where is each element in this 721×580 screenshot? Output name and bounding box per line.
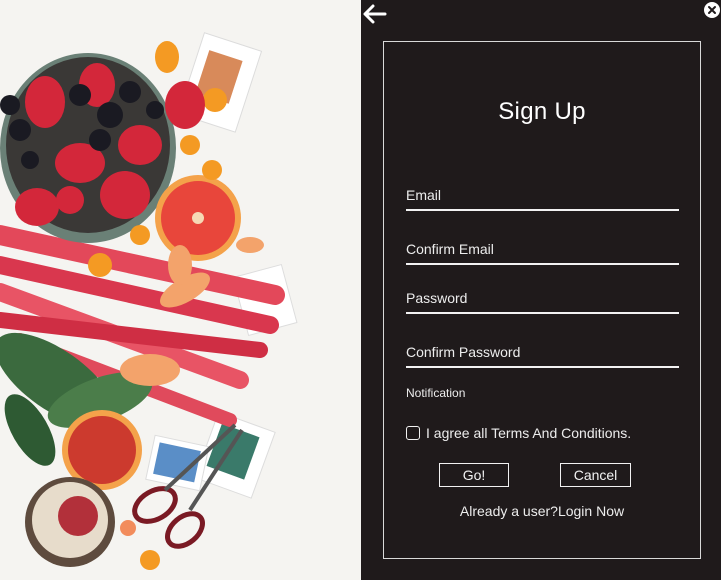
login-now-link[interactable]: Login Now	[558, 503, 624, 519]
food-photo-illustration	[0, 0, 361, 580]
cancel-button[interactable]: Cancel	[560, 463, 631, 487]
login-prompt: Already a user?	[459, 503, 558, 519]
email-field[interactable]	[406, 181, 679, 211]
food-photo	[0, 0, 361, 580]
password-field-wrapper	[406, 284, 679, 314]
confirm-password-field-wrapper	[406, 338, 679, 368]
terms-label: I agree all Terms And Conditions.	[426, 425, 632, 441]
confirm-email-field[interactable]	[406, 235, 679, 265]
signup-form: Sign Up Notification I agree all Terms A…	[383, 41, 701, 559]
login-prompt-row: Already a user?Login Now	[384, 503, 700, 519]
terms-checkbox[interactable]	[406, 426, 420, 440]
confirm-email-field-wrapper	[406, 235, 679, 265]
close-icon[interactable]	[704, 2, 720, 18]
arrow-left-icon[interactable]	[363, 4, 387, 24]
notification-label: Notification	[406, 386, 466, 400]
terms-row: I agree all Terms And Conditions.	[406, 425, 631, 441]
email-field-wrapper	[406, 181, 679, 211]
go-button[interactable]: Go!	[439, 463, 509, 487]
confirm-password-field[interactable]	[406, 338, 679, 368]
password-field[interactable]	[406, 284, 679, 314]
form-title: Sign Up	[498, 98, 586, 125]
